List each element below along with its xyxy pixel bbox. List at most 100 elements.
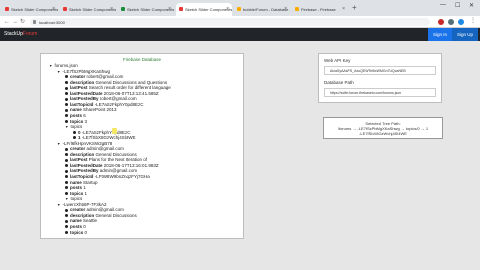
tree-value: robert@gmail.com — [99, 96, 137, 102]
expand-icon: ▼ — [57, 141, 61, 146]
tree-key: creator — [70, 146, 86, 152]
tree-value: 2018-06-07T13:13:41.585Z — [103, 90, 159, 96]
reload-icon[interactable]: ↻ — [20, 18, 25, 26]
tree-key: description — [70, 79, 95, 85]
url-field[interactable]: localhost:3000 — [30, 18, 430, 26]
brand-logo[interactable]: StackUpForum — [4, 31, 37, 37]
tree-value: -LE7aSzFkphY0pd8EzC — [94, 101, 144, 107]
database-tree-panel: Firebase Database ▼ forums.json ▼ -LE7fSzP… — [40, 53, 244, 239]
panel-title: Firebase Database — [122, 57, 162, 62]
api-key-field[interactable]: AIzaSyAAsPS_AxuQEWTel6xWMGn7UQcaNEB — [324, 66, 436, 75]
bullet-icon — [65, 119, 68, 123]
bullet-icon — [65, 186, 68, 190]
tab-label: Sketch Slider Components — [11, 7, 58, 12]
sign-in-button[interactable]: Sign In — [428, 28, 453, 41]
tree-key: posts — [70, 112, 83, 118]
tree-key: lastPostedBy — [70, 168, 99, 174]
close-tab-icon[interactable]: × — [168, 6, 171, 12]
extension-icon[interactable] — [438, 19, 444, 25]
tree-value: Startup — [83, 179, 98, 185]
tree-node-label: -LE7fSzPbMgXKaShwg — [62, 68, 110, 74]
tree-value: admin@gmail.com — [99, 168, 138, 174]
database-path-field[interactable]: https://sotfe-forum-firebaseio.com/forum… — [324, 88, 436, 97]
extension-icon[interactable] — [448, 19, 454, 25]
close-tab-icon[interactable]: × — [52, 6, 55, 12]
browser-tab[interactable]: Sketch Slider Components × — [118, 3, 174, 16]
page-info-icon[interactable] — [33, 20, 36, 24]
tree-key: lastPostedDate — [70, 90, 103, 96]
sign-up-button[interactable]: Sign Up — [452, 28, 479, 41]
bullet-icon — [65, 191, 68, 195]
bullet-icon — [65, 108, 68, 112]
tree-key: creator — [70, 74, 86, 80]
tab-favicon-icon — [237, 7, 241, 11]
url-text: localhost:3000 — [39, 20, 65, 25]
tab-label: Sketch Slider Components — [127, 7, 174, 12]
bullet-icon — [65, 164, 68, 168]
tree-node-label: -LwercXh56P-7F3kA2 — [62, 201, 107, 207]
bullet-icon — [65, 147, 68, 151]
close-window-icon[interactable]: ✕ — [469, 2, 474, 9]
bullet-icon — [65, 103, 68, 107]
back-icon[interactable]: ← — [4, 18, 10, 26]
bullet-icon — [65, 230, 68, 234]
tree-key: lastPost — [70, 157, 88, 163]
bullet-icon — [65, 208, 68, 212]
close-tab-icon[interactable]: × — [284, 6, 287, 12]
tab-favicon-icon — [5, 7, 9, 11]
expand-icon: ▼ — [65, 125, 69, 130]
selected-path-line: -LE7fSbX8GzWchj4Sl4WE — [359, 131, 407, 136]
tree-key: lastTopicId — [70, 101, 94, 107]
bullet-icon — [65, 214, 68, 218]
bullet-icon — [65, 80, 68, 84]
forward-icon[interactable]: → — [12, 18, 18, 26]
bullet-icon — [73, 130, 76, 134]
bullet-icon — [65, 114, 68, 118]
database-path-label: Database Path — [324, 80, 354, 85]
tab-label: bubble/Forum - Database - Fireb — [243, 7, 290, 12]
tab-favicon-icon — [63, 7, 67, 11]
tree-value: 2018-06-17T13:16:01.983Z — [103, 162, 159, 168]
tree-key: lastPostedBy — [70, 96, 99, 102]
bullet-icon — [65, 180, 68, 184]
minimize-icon[interactable]: — — [440, 2, 446, 8]
tab-label: Sketch Slider Components — [69, 7, 116, 12]
browser-tab[interactable]: Firebase - Firebase × — [292, 3, 348, 16]
profile-avatar[interactable] — [458, 19, 464, 25]
tree-leaf[interactable]: topics 0 — [65, 230, 87, 236]
browser-tab-bar: Sketch Slider Components × Sketch Slider C… — [0, 0, 480, 16]
bullet-icon — [65, 86, 68, 90]
tree-key: lastPostedDate — [70, 162, 103, 168]
tree-value: Search result order for different langua… — [88, 85, 171, 91]
bullet-icon — [65, 92, 68, 96]
close-tab-icon[interactable]: × — [110, 6, 113, 12]
bullet-icon — [65, 97, 68, 101]
new-tab-button[interactable]: + — [352, 3, 357, 13]
config-panel: Web API Key AIzaSyAAsPS_AxuQEWTel6xWMGn7… — [318, 53, 442, 103]
close-tab-icon[interactable]: × — [226, 6, 229, 12]
tree-value: -LFtW8W9bnZnqzFYj7GHa — [94, 174, 150, 179]
tree-value: Seattle — [83, 218, 98, 224]
tree-key: name — [70, 179, 82, 185]
tree-key: posts — [70, 185, 83, 191]
tree-key: posts — [70, 223, 83, 229]
tree-value: -LE7aSzFkphY0pd8EzC — [81, 129, 131, 135]
browser-tab[interactable]: bubble/Forum - Database - Fireb× — [234, 3, 290, 16]
browser-menu-icon[interactable]: ⋮ — [470, 17, 476, 25]
tree-value: admin@gmail.com — [86, 207, 124, 213]
bullet-icon — [65, 169, 68, 173]
browser-tab[interactable]: Sketch Slider Components × — [60, 3, 116, 16]
tree-value: Plans for the Next Iteration of — [88, 157, 148, 163]
tree-value: 3 — [84, 118, 88, 124]
tree-value: 1 — [84, 190, 88, 196]
browser-tab[interactable]: Sketch Slider Components × — [2, 3, 58, 16]
tree-value: 0 — [84, 229, 88, 235]
bullet-icon — [65, 153, 68, 157]
tree-value: General Discussions — [95, 212, 137, 218]
close-tab-icon[interactable]: × — [342, 6, 345, 12]
maximize-icon[interactable]: ☐ — [455, 2, 460, 9]
browser-tab[interactable]: Sketch Slider Components × — [176, 3, 232, 16]
selected-tree-path-box: Selected Tree Path: /forums → -LE7fSzPbM… — [323, 117, 443, 139]
tree-key: description — [70, 212, 95, 218]
bullet-icon — [65, 158, 68, 162]
